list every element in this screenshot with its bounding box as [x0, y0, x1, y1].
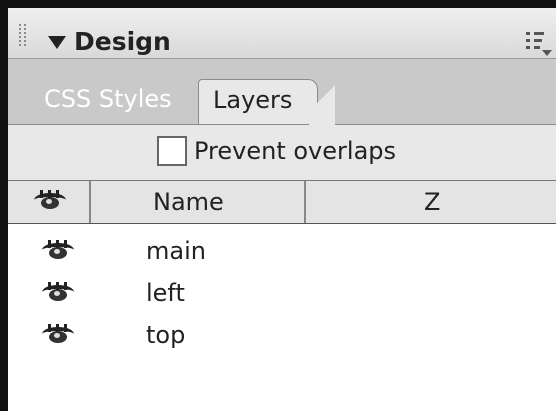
name-column-header[interactable]: Name [93, 181, 306, 223]
layer-name[interactable]: left [146, 278, 185, 308]
panel-title-bar[interactable]: Design [8, 8, 556, 59]
visibility-column-header[interactable] [8, 181, 91, 223]
eye-icon[interactable] [42, 282, 74, 303]
layer-name[interactable]: main [146, 236, 206, 266]
collapse-arrow-icon[interactable] [48, 36, 66, 49]
options-row: Prevent overlaps [8, 125, 556, 180]
eye-icon [34, 190, 66, 211]
drag-grip-icon[interactable] [19, 24, 33, 46]
layer-name[interactable]: top [146, 320, 185, 350]
eye-icon[interactable] [42, 324, 74, 345]
eye-icon[interactable] [42, 240, 74, 261]
layers-column-header: Name Z [8, 180, 556, 225]
z-column-header[interactable]: Z [308, 181, 556, 223]
layer-row-main[interactable]: main [8, 230, 556, 272]
prevent-overlaps-label[interactable]: Prevent overlaps [194, 136, 396, 166]
layer-row-top[interactable]: top [8, 314, 556, 356]
layers-list: main left top [8, 224, 556, 419]
prevent-overlaps-checkbox[interactable] [157, 136, 187, 166]
panel-title[interactable]: Design [74, 27, 171, 57]
layers-panel: Design CSS Styles Layers Prevent overlap… [0, 0, 556, 419]
tab-css-styles[interactable]: CSS Styles [36, 79, 196, 124]
tab-strip: CSS Styles Layers [8, 59, 556, 125]
tab-layers[interactable]: Layers [198, 79, 335, 125]
layer-row-left[interactable]: left [8, 272, 556, 314]
panel-options-menu-icon[interactable] [526, 32, 552, 56]
